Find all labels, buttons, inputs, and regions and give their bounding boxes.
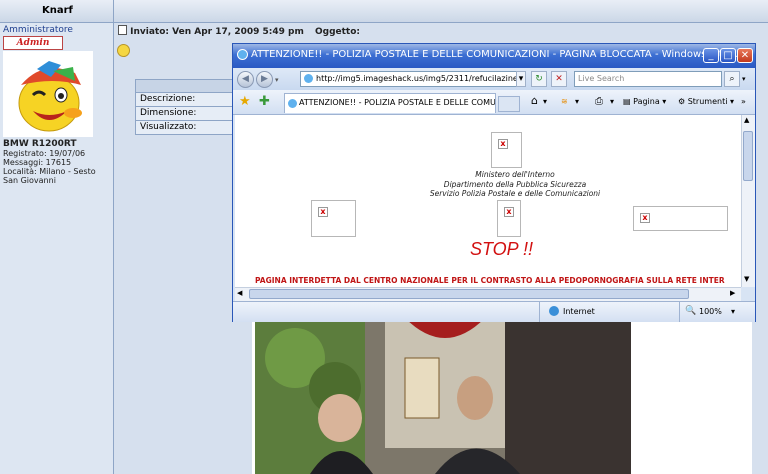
home-icon[interactable]: ⌂ [531, 95, 538, 107]
scroll-down-icon[interactable]: ▼ [744, 275, 749, 283]
broken-image-icon: x [318, 207, 328, 217]
post-subject-label: Oggetto: [314, 27, 361, 37]
broken-image-left: x [311, 200, 356, 237]
status-bar: Internet 🔍 100% ▾ [233, 301, 755, 322]
user-title: BMW R1200RT [3, 139, 77, 149]
smiley-icon [117, 44, 130, 57]
author-header: Knarf [42, 5, 73, 16]
address-bar: ◀ ▶ ▾ http://img5.imageshack.us/img5/231… [233, 68, 755, 90]
security-zone: Internet [563, 307, 595, 316]
internet-zone-icon [549, 306, 559, 316]
zoom-level[interactable]: 100% [699, 307, 722, 316]
ministry-line-1: Ministero dell'Interno [475, 170, 555, 179]
user-role: Amministratore [3, 25, 73, 35]
print-dropdown-icon[interactable]: ▾ [610, 95, 614, 109]
close-button[interactable]: ✕ [737, 48, 753, 63]
url-text: http://img5.imageshack.us/img5/2311/refu… [316, 74, 525, 83]
tab-label: ATTENZIONE!! - POLIZIA POSTALE E DELLE C… [299, 98, 496, 107]
tab-toolbar: ★ ✚ ATTENZIONE!! - POLIZIA POSTALE E DEL… [233, 90, 755, 115]
search-dropdown-icon[interactable]: ▾ [742, 75, 746, 83]
attached-photo[interactable] [255, 318, 631, 474]
post-icon [118, 25, 127, 35]
ie-titlebar[interactable]: ATTENZIONE!! - POLIZIA POSTALE E DELLE C… [233, 44, 755, 68]
status-divider-2 [679, 302, 680, 322]
page-menu-label: Pagina [633, 97, 660, 106]
ie-logo-icon [237, 49, 248, 60]
info-description: Descrizione: [135, 93, 235, 107]
ministry-text: Ministero dell'Interno Dipartimento dell… [390, 170, 640, 199]
broken-image-center: x [497, 200, 521, 237]
avatar[interactable] [3, 51, 93, 137]
add-favorites-icon[interactable]: ✚ [259, 94, 270, 109]
back-button[interactable]: ◀ [237, 71, 254, 88]
horizontal-scroll-thumb[interactable] [249, 289, 689, 299]
stop-heading: STOP !! [470, 239, 534, 259]
ministry-line-3: Servizio Polizia Postale e delle Comunic… [429, 189, 601, 198]
broken-image-logo: x [491, 132, 522, 168]
admin-badge: Admin [3, 36, 63, 50]
toolbar-overflow-icon[interactable]: » [741, 95, 746, 109]
scroll-left-icon[interactable]: ◀ [237, 289, 242, 297]
info-views: Visualizzato: [135, 121, 235, 135]
attachment-info-table: Descrizione: Dimensione: Visualizzato: [135, 79, 235, 135]
new-tab-button[interactable] [498, 96, 520, 112]
page-menu[interactable]: ▤ Pagina ▾ [623, 95, 666, 109]
gear-icon: ⚙ [678, 97, 686, 106]
user-messages: Messaggi: 17615 [3, 158, 72, 167]
feeds-dropdown-icon[interactable]: ▾ [575, 95, 579, 109]
search-input[interactable]: Live Search [574, 71, 722, 87]
nav-dropdown-icon[interactable]: ▾ [275, 76, 279, 84]
horizontal-scrollbar[interactable]: ◀ ▶ [235, 287, 741, 301]
user-location: Località: Milano - Sesto San Giovanni [3, 167, 96, 185]
post-header: Inviato: Ven Apr 17, 2009 5:49 pm Oggett… [118, 25, 360, 37]
home-dropdown-icon[interactable]: ▾ [543, 95, 547, 109]
tools-menu-label: Strumenti [687, 97, 728, 106]
info-row-header [135, 79, 235, 93]
tab-page-icon [288, 99, 297, 108]
info-size: Dimensione: [135, 107, 235, 121]
stop-icon[interactable]: ✕ [551, 71, 567, 87]
tools-menu[interactable]: ⚙ Strumenti ▾ [678, 95, 734, 109]
broken-image-icon: x [498, 139, 508, 149]
scroll-up-icon[interactable]: ▲ [744, 116, 749, 124]
ministry-line-2: Dipartimento della Pubblica Sicurezza [443, 179, 587, 189]
page-content: x Ministero dell'Interno Dipartimento de… [235, 115, 741, 287]
broken-image-icon: x [640, 213, 650, 223]
refresh-icon[interactable]: ↻ [531, 71, 547, 87]
zoom-dropdown-icon[interactable]: ▾ [731, 307, 735, 316]
vertical-scroll-thumb[interactable] [743, 131, 753, 181]
page-icon-small: ▤ [623, 97, 631, 106]
scroll-right-icon[interactable]: ▶ [730, 289, 735, 297]
maximize-button[interactable]: □ [720, 48, 736, 63]
ie-title: ATTENZIONE!! - POLIZIA POSTALE E DELLE C… [251, 49, 739, 60]
url-input[interactable]: http://img5.imageshack.us/img5/2311/refu… [300, 71, 525, 87]
forum-header: Knarf [0, 0, 768, 23]
user-info: BMW R1200RT Registrato: 19/07/06 Messagg… [3, 139, 103, 186]
warning-text: PAGINA INTERDETTA DAL CENTRO NAZIONALE P… [255, 276, 725, 285]
post-sent: Inviato: Ven Apr 17, 2009 5:49 pm [130, 27, 304, 37]
favorites-icon[interactable]: ★ [239, 94, 251, 109]
ie-window[interactable]: ATTENZIONE!! - POLIZIA POSTALE E DELLE C… [232, 43, 756, 322]
forward-button[interactable]: ▶ [256, 71, 273, 88]
tab-blocked-page[interactable]: ATTENZIONE!! - POLIZIA POSTALE E DELLE C… [284, 93, 496, 113]
feeds-icon[interactable]: ≋ [561, 95, 568, 109]
broken-image-icon: x [504, 207, 514, 217]
minimize-button[interactable]: _ [703, 48, 719, 63]
print-icon[interactable]: ⎙ [595, 95, 603, 109]
header-divider [113, 0, 114, 22]
user-registered: Registrato: 19/07/06 [3, 149, 86, 158]
url-dropdown-icon[interactable]: ▾ [516, 71, 526, 87]
user-profile-column: Amministratore Admin BMW R1200RT Registr… [0, 23, 114, 474]
vertical-scrollbar[interactable]: ▲ ▼ [741, 115, 755, 287]
broken-image-right: x [633, 206, 728, 231]
zoom-icon[interactable]: 🔍 [685, 306, 696, 316]
search-icon[interactable]: ⌕ [724, 71, 740, 87]
page-icon [304, 74, 313, 83]
status-divider [539, 302, 540, 322]
